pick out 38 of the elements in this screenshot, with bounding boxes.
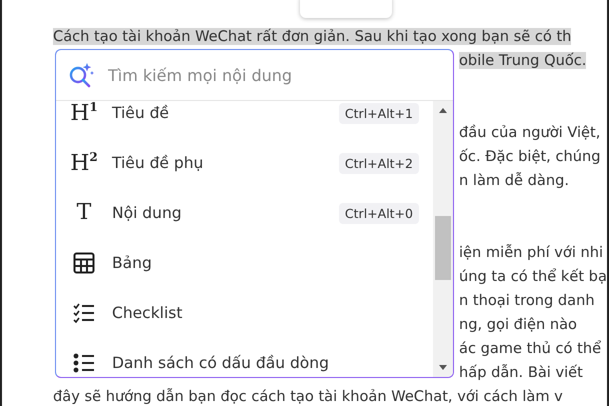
menu-item-label: Tiêu đề phụ	[112, 154, 204, 172]
heading-icon: H$^{1}$	[70, 101, 98, 125]
checklist-icon	[73, 303, 95, 323]
document-text: hấp dẫn. Bài viết	[459, 364, 583, 381]
document-text: obile Trung Quốc.	[459, 52, 586, 69]
bulleted-list-icon	[73, 353, 95, 373]
document-text: đây sẽ hướng dẫn bạn đọc cách tạo tài khoản WeChat, với cách làm v	[53, 388, 563, 405]
menu-item-label: Checklist	[112, 304, 184, 322]
heading-icon: T	[76, 202, 92, 224]
scrollbar-thumb[interactable]	[435, 216, 451, 280]
menu-item[interactable]: Checklist	[56, 288, 433, 338]
scrollbar[interactable]	[433, 101, 453, 377]
menu-item-label: Nội dung	[112, 204, 183, 222]
scroll-up-arrow-icon[interactable]	[439, 108, 447, 113]
menu-item-label: Danh sách có dấu đầu dòng	[112, 354, 330, 372]
document-text: n thoại trong danh	[459, 292, 595, 309]
menu-item[interactable]: Danh sách có dấu đầu dòng	[56, 338, 433, 377]
ai-search-icon	[68, 62, 94, 88]
shortcut-badge: Ctrl+Alt+0	[338, 202, 419, 224]
document-text: Cách tạo tài khoản WeChat rất đơn giản. Sau khi tạo xong bạn sẽ có th	[53, 28, 572, 45]
table-icon	[73, 252, 95, 274]
document-text: iện miễn phí với nhi	[459, 244, 604, 261]
document-text: ác game thủ có thể	[459, 340, 602, 357]
document-text: úng ta có thể kết bạ	[459, 268, 607, 285]
document-text: n làm dễ dàng.	[459, 172, 569, 189]
menu-item-label: Tiêu đề	[112, 104, 170, 122]
menu-item[interactable]: H$^{2}$ Tiêu đề phụ Ctrl+Alt+2	[56, 138, 433, 188]
menu-item[interactable]: T Nội dung Ctrl+Alt+0	[56, 188, 433, 238]
shortcut-badge: Ctrl+Alt+2	[338, 152, 419, 174]
menu-item[interactable]: Bảng	[56, 238, 433, 288]
menu-item-label: Bảng	[112, 254, 153, 272]
scroll-down-arrow-icon[interactable]	[439, 365, 447, 370]
document-text: ng, gọi điện nào	[459, 316, 577, 333]
menu-item[interactable]: H$^{1}$ Tiêu đề Ctrl+Alt+1	[56, 101, 433, 138]
document-text: đầu của người Việt,	[459, 124, 600, 141]
shortcut-badge: Ctrl+Alt+1	[338, 102, 419, 124]
heading-icon: H$^{2}$	[70, 151, 98, 175]
document-text: ốc. Đặc biệt, chúng	[459, 148, 600, 165]
